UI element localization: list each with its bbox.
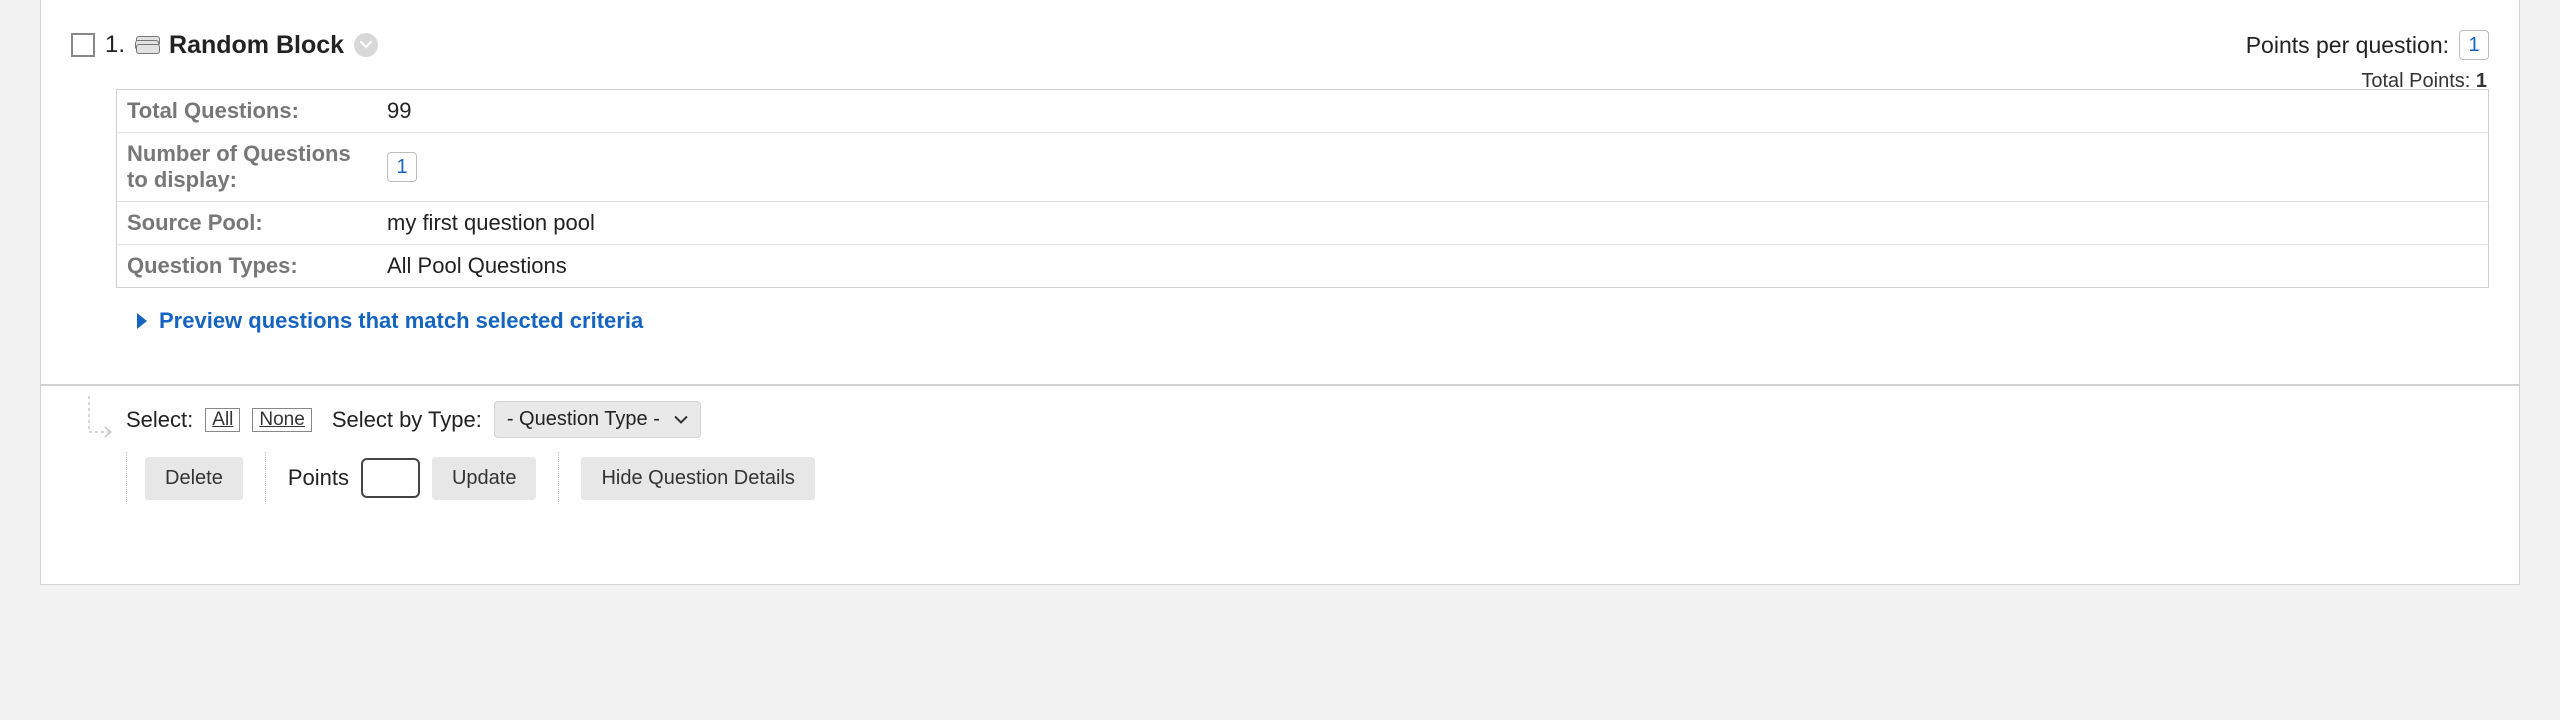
block-title: Random Block <box>169 31 344 60</box>
table-row: Number of Questions to display: 1 <box>117 133 2489 202</box>
preview-toggle[interactable]: Preview questions that match selected cr… <box>137 308 2489 334</box>
detail-value: my first question pool <box>377 202 2489 245</box>
questions-to-display-input[interactable]: 1 <box>387 152 417 182</box>
points-field-label: Points <box>288 465 349 491</box>
question-type-selected: - Question Type - <box>507 408 660 431</box>
select-label: Select: <box>126 407 193 433</box>
block-header: 1. Random Block Points per question: 1 <box>71 30 2489 60</box>
select-all-button[interactable]: All <box>205 408 240 432</box>
question-type-select[interactable]: - Question Type - <box>494 401 701 438</box>
table-row: Total Questions: 99 <box>117 90 2489 133</box>
block-details-table: Total Questions: 99 Number of Questions … <box>116 89 2489 288</box>
chevron-down-icon <box>360 41 372 49</box>
points-per-question-label: Points per question: <box>2246 32 2449 59</box>
points-per-question-input[interactable]: 1 <box>2459 30 2489 60</box>
random-block-icon <box>135 36 159 54</box>
caret-right-icon <box>137 313 147 329</box>
delete-button[interactable]: Delete <box>145 457 243 500</box>
table-row: Source Pool: my first question pool <box>117 202 2489 245</box>
block-menu-toggle[interactable] <box>354 33 378 57</box>
select-none-button[interactable]: None <box>252 408 311 432</box>
detail-label: Total Questions: <box>117 90 378 133</box>
detail-value: 1 <box>377 133 2489 202</box>
select-by-type-label: Select by Type: <box>332 407 482 433</box>
question-block-card: 1. Random Block Points per question: 1 T… <box>40 0 2520 385</box>
detail-value: All Pool Questions <box>377 245 2489 288</box>
select-block-checkbox[interactable] <box>71 33 95 57</box>
detail-value: 99 <box>377 90 2489 133</box>
detail-label: Question Types: <box>117 245 378 288</box>
block-number: 1. <box>105 31 125 59</box>
detail-label: Source Pool: <box>117 202 378 245</box>
chevron-down-icon <box>674 415 688 424</box>
update-button[interactable]: Update <box>432 457 537 500</box>
detail-label: Number of Questions to display: <box>117 133 378 202</box>
preview-link-label: Preview questions that match selected cr… <box>159 308 643 334</box>
hide-question-details-button[interactable]: Hide Question Details <box>581 457 814 500</box>
selection-arrow-icon <box>81 396 121 446</box>
points-input[interactable] <box>361 458 420 498</box>
table-row: Question Types: All Pool Questions <box>117 245 2489 288</box>
total-points-value: 1 <box>2476 70 2487 92</box>
total-points-label: Total Points: <box>2361 70 2470 92</box>
bulk-toolbar: Select: All None Select by Type: - Quest… <box>40 385 2520 585</box>
